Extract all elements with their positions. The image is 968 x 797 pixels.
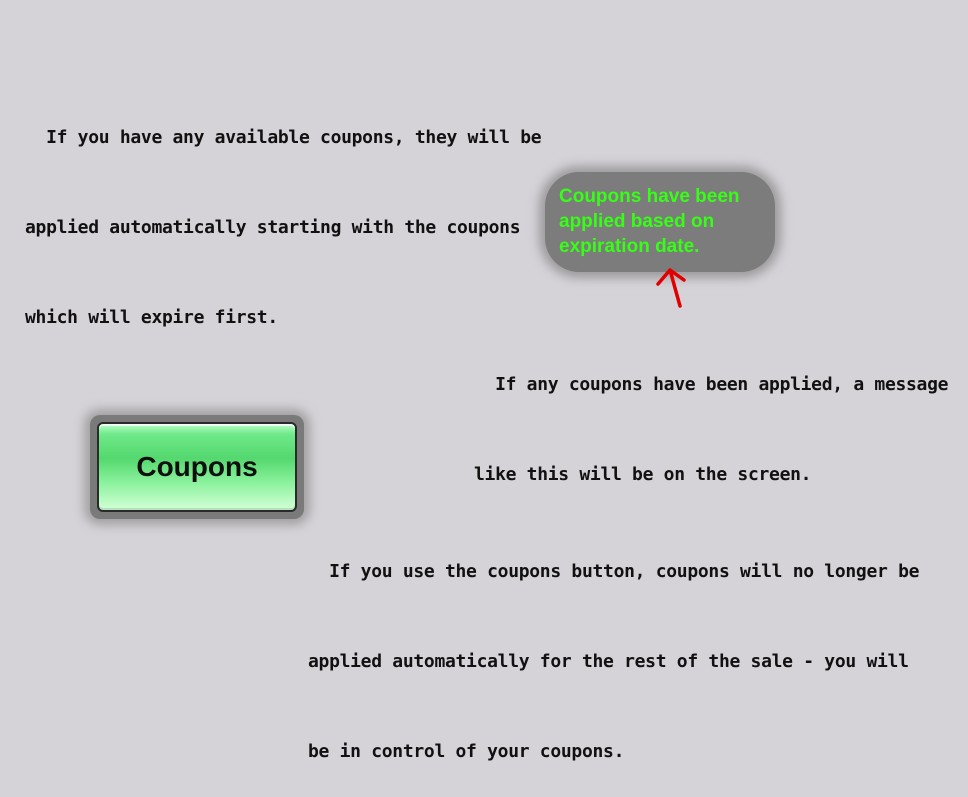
coupons-button-note: If you use the coupons button, coupons w… — [308, 497, 919, 797]
coupons-applied-toast: Coupons have been applied based on expir… — [545, 172, 775, 272]
applied-message-note-line: If any coupons have been applied, a mess… — [474, 374, 949, 395]
toast-message-line: Coupons have been — [559, 186, 740, 207]
coupons-button-note-line: applied automatically for the rest of th… — [308, 651, 909, 672]
toast-message-line: expiration date. — [559, 236, 700, 257]
auto-apply-note-line: If you have any available coupons, they … — [25, 127, 542, 148]
applied-message-note-line: like this will be on the screen. — [474, 464, 812, 485]
toast-message: Coupons have been applied based on expir… — [559, 184, 740, 259]
auto-apply-note: If you have any available coupons, they … — [25, 63, 542, 363]
auto-apply-note-line: which will expire first. — [25, 307, 278, 328]
coupons-button-frame: Coupons — [90, 415, 304, 519]
auto-apply-note-line: applied automatically starting with the … — [25, 217, 521, 238]
coupons-button[interactable]: Coupons — [97, 422, 297, 512]
coupons-button-note-line: If you use the coupons button, coupons w… — [308, 561, 920, 582]
applied-message-note: If any coupons have been applied, a mess… — [474, 310, 948, 520]
toast-message-line: applied based on — [559, 211, 715, 232]
arrow-up-icon — [656, 268, 686, 308]
coupons-button-note-line: be in control of your coupons. — [308, 741, 625, 762]
